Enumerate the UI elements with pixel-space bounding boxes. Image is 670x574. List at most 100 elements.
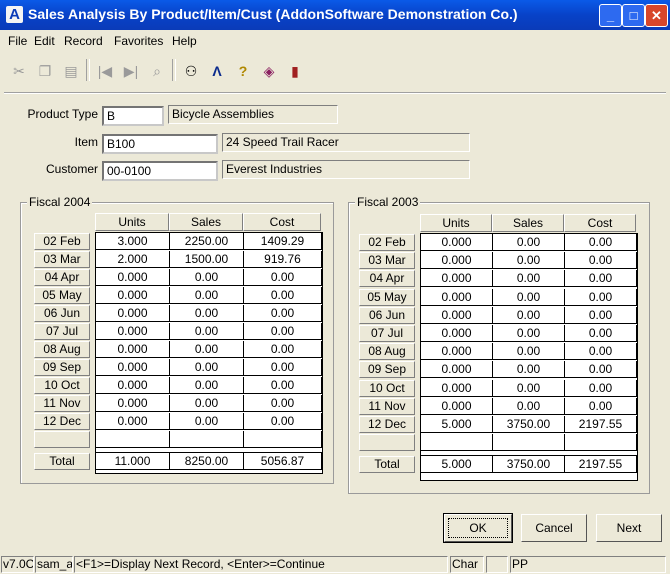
column-header-sales: Sales	[492, 214, 564, 232]
blank-row-button[interactable]	[34, 431, 90, 448]
fiscal-2004-group: Fiscal 2004 Units Sales Cost 3.000 2250.00 14…	[20, 195, 334, 484]
table-cell: 5.000	[421, 416, 493, 433]
binoculars-icon[interactable]: ⚇	[178, 58, 204, 84]
product-type-field[interactable]: B	[102, 106, 164, 126]
toolbar: ✂ ❐ ▤ |◀ ▶| ⌕ ⚇ Λ ? ◈ ▮	[4, 56, 666, 86]
table-cell: 0.00	[170, 413, 244, 430]
table-cell: 0.00	[244, 287, 322, 304]
app-logo-icon: A	[6, 6, 23, 23]
table-cell: 2.000	[96, 251, 170, 268]
menu-edit[interactable]: Edit	[34, 34, 55, 48]
table-cell: 0.000	[421, 325, 493, 342]
blank-row-button[interactable]	[359, 434, 415, 452]
month-row-button[interactable]: 07 Jul	[359, 325, 415, 342]
menu-record[interactable]: Record	[64, 34, 103, 48]
status-bar: v7.0C sam_a <F1>=Display Next Record, <E…	[0, 555, 670, 574]
first-record-icon[interactable]: |◀	[92, 58, 118, 84]
item-description: 24 Speed Trail Racer	[222, 133, 470, 152]
table-cell	[565, 434, 637, 452]
copy-icon[interactable]: ❐	[32, 58, 58, 84]
customer-description: Everest Industries	[222, 160, 470, 179]
fiscal-2003-title: Fiscal 2003	[355, 195, 421, 209]
table-cell	[493, 434, 565, 452]
cut-icon[interactable]: ✂	[6, 58, 32, 84]
table-cell: 0.000	[421, 306, 493, 324]
month-row-button[interactable]: 08 Aug	[359, 343, 415, 361]
table-cell: 0.000	[96, 395, 170, 412]
table-cell: 0.000	[421, 252, 493, 270]
month-row-button[interactable]: 03 Mar	[359, 252, 415, 270]
month-row-button[interactable]: 10 Oct	[359, 379, 415, 397]
table-cell: 0.00	[493, 343, 565, 361]
table-cell: 0.000	[96, 359, 170, 376]
ok-button[interactable]: OK	[443, 513, 513, 543]
ok-button-label: OK	[448, 518, 508, 538]
table-cell: 0.00	[170, 269, 244, 286]
month-row-button[interactable]: 07 Jul	[34, 323, 90, 340]
customer-field[interactable]: 00-0100	[102, 161, 218, 181]
month-row-button[interactable]: 02 Feb	[359, 234, 415, 251]
table-cell: 0.00	[493, 270, 565, 288]
column-header-sales: Sales	[169, 213, 243, 231]
minimize-button[interactable]: _	[599, 4, 622, 27]
total-row-button[interactable]: Total	[359, 456, 415, 474]
menu-favorites[interactable]: Favorites	[114, 34, 163, 48]
month-row-button[interactable]: 12 Dec	[34, 413, 90, 430]
lookup-icon[interactable]: ⌕	[144, 58, 170, 84]
month-row-button[interactable]: 06 Jun	[359, 306, 415, 324]
book-icon[interactable]: ◈	[256, 58, 282, 84]
last-record-icon[interactable]: ▶|	[118, 58, 144, 84]
month-row-button[interactable]: 04 Apr	[359, 270, 415, 288]
item-field[interactable]: B100	[102, 134, 218, 154]
table-cell: 0.000	[96, 377, 170, 394]
month-row-button[interactable]: 12 Dec	[359, 416, 415, 433]
month-row-button[interactable]: 04 Apr	[34, 269, 90, 286]
month-row-button[interactable]: 05 May	[34, 287, 90, 304]
fiscal-2004-grid: 3.000 2250.00 1409.29 2.000 1500.00 919.76 0.0…	[95, 232, 323, 474]
month-row-button[interactable]: 03 Mar	[34, 251, 90, 268]
help-icon[interactable]: ?	[230, 58, 256, 84]
next-button[interactable]: Next	[596, 514, 662, 542]
table-cell: 0.00	[493, 325, 565, 342]
status-version: v7.0C	[1, 556, 34, 573]
table-cell: 0.000	[421, 379, 493, 397]
month-row-button[interactable]: 06 Jun	[34, 305, 90, 322]
header-divider	[4, 92, 666, 94]
table-cell	[96, 431, 170, 448]
table-cell: 0.00	[170, 341, 244, 358]
toolbar-separator	[172, 59, 176, 81]
table-cell: 0.000	[421, 288, 493, 306]
month-row-button[interactable]: 02 Feb	[34, 233, 90, 250]
total-cell: 5.000	[421, 456, 493, 474]
table-cell: 0.00	[565, 234, 637, 251]
month-row-button[interactable]: 11 Nov	[34, 395, 90, 412]
month-row-button[interactable]: 08 Aug	[34, 341, 90, 358]
month-row-button[interactable]: 10 Oct	[34, 377, 90, 394]
title-bar[interactable]: A Sales Analysis By Product/Item/Cust (A…	[0, 0, 670, 30]
window-title: Sales Analysis By Product/Item/Cust (Add…	[28, 6, 518, 22]
month-row-button[interactable]: 11 Nov	[359, 397, 415, 415]
maximize-button[interactable]: □	[622, 4, 645, 27]
column-header-units: Units	[95, 213, 169, 231]
month-row-button[interactable]: 05 May	[359, 288, 415, 306]
table-cell: 0.00	[244, 413, 322, 430]
month-row-button[interactable]: 09 Sep	[34, 359, 90, 376]
table-cell: 3.000	[96, 233, 170, 250]
cancel-button[interactable]: Cancel	[521, 514, 587, 542]
menu-help[interactable]: Help	[172, 34, 197, 48]
status-user: sam_a	[35, 556, 73, 573]
close-button[interactable]: ✕	[645, 4, 668, 27]
table-cell	[244, 431, 322, 448]
table-cell: 0.00	[493, 288, 565, 306]
fiscal-2003-grid: 0.000 0.00 0.00 0.000 0.00 0.00 0.000 0.00 0.00 0…	[420, 233, 638, 481]
paste-icon[interactable]: ▤	[58, 58, 84, 84]
exit-door-icon[interactable]: ▮	[282, 58, 308, 84]
addon-logo-icon[interactable]: Λ	[204, 58, 230, 84]
table-cell: 0.00	[493, 379, 565, 397]
table-cell: 0.00	[244, 305, 322, 322]
menu-file[interactable]: File	[8, 34, 27, 48]
table-cell: 0.000	[96, 305, 170, 322]
month-row-button[interactable]: 09 Sep	[359, 361, 415, 379]
table-cell: 0.00	[493, 306, 565, 324]
total-row-button[interactable]: Total	[34, 453, 90, 470]
